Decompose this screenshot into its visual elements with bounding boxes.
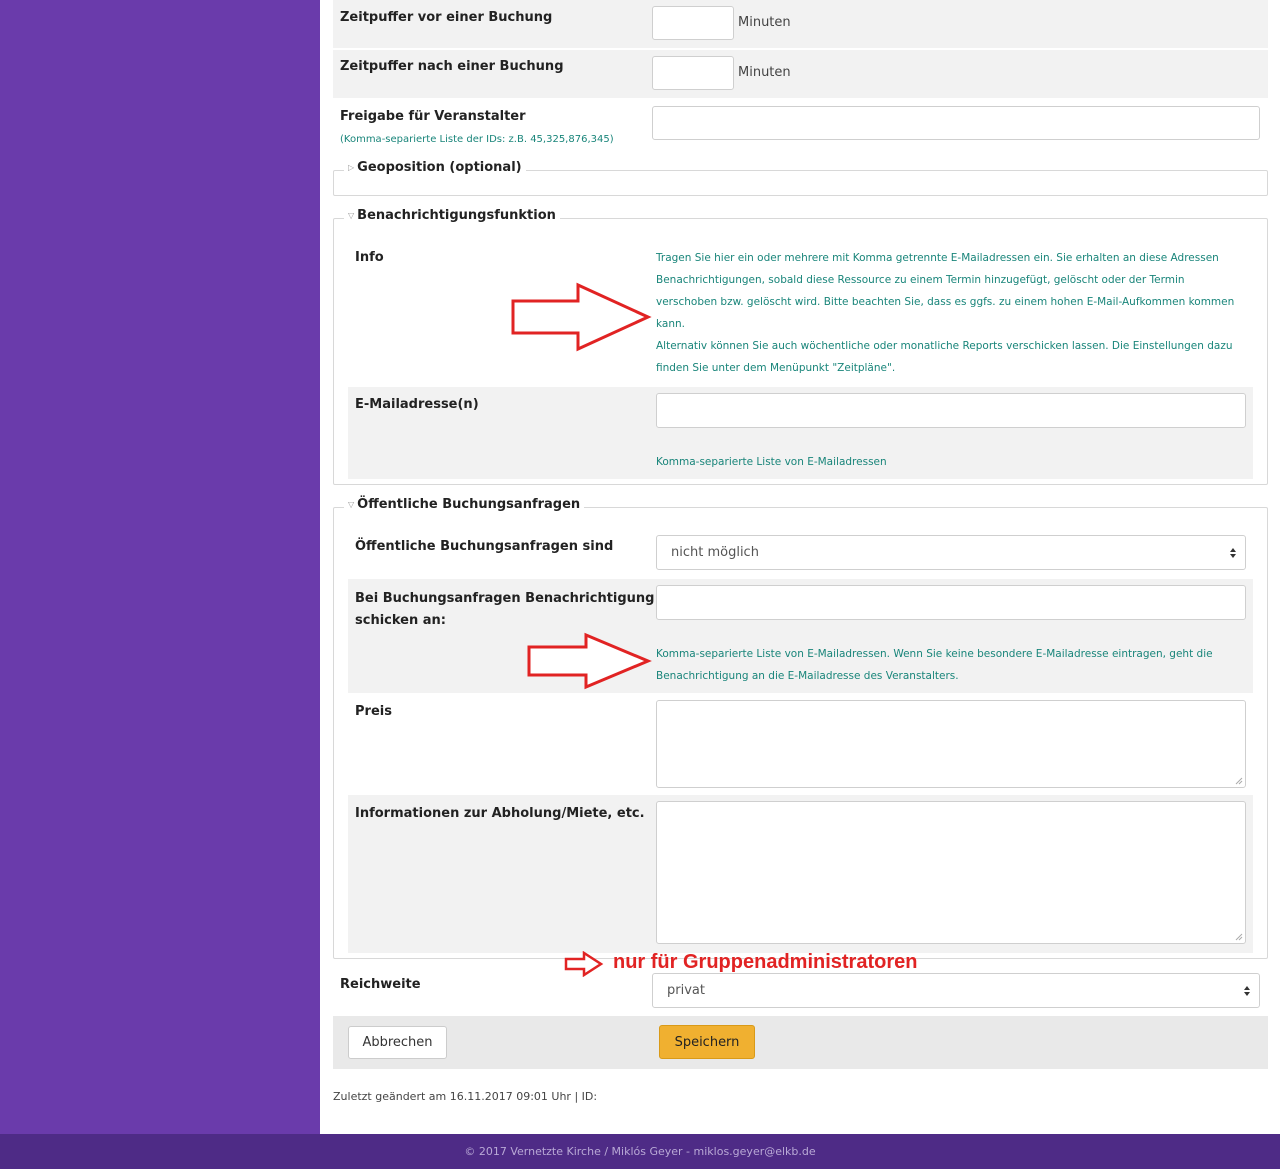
select-caret-icon [1230,547,1236,558]
notification-legend-text: Benachrichtigungsfunktion [357,208,556,223]
info-line: Alternativ können Sie auch wöchentliche … [656,340,1233,352]
geoposition-legend[interactable]: ▷ Geoposition (optional) [344,160,526,175]
info-line: verschoben bzw. gelöscht wird. Bitte bea… [656,296,1235,308]
footer-text: © 2017 Vernetzte Kirche / Miklós Geyer -… [464,1145,816,1158]
info-text: Tragen Sie hier ein oder mehrere mit Kom… [656,247,1256,379]
buffer-before-input[interactable] [652,6,734,40]
info-line: kann. [656,318,685,330]
notification-legend[interactable]: ▽ Benachrichtigungsfunktion [344,208,560,223]
button-bar [333,1016,1268,1069]
resize-handle-icon[interactable] [1235,933,1243,941]
notify-label-line: Bei Buchungsanfragen Benachrichtigung [355,591,655,606]
scope-label: Reichweite [340,977,421,992]
email-hint: Komma-separierte Liste von E-Mailadresse… [656,456,887,468]
admin-only-note: nur für Gruppenadministratoren [613,951,918,973]
public-requests-legend-text: Öffentliche Buchungsanfragen [357,497,581,512]
organizer-release-input[interactable] [652,106,1260,140]
email-input[interactable] [656,393,1246,428]
notify-hint-line: Komma-separierte Liste von E-Mailadresse… [656,648,1213,660]
save-button[interactable]: Speichern [659,1025,755,1059]
info-line: Tragen Sie hier ein oder mehrere mit Kom… [656,252,1219,264]
pickup-textarea[interactable] [656,801,1246,944]
collapse-triangle-icon: ▽ [348,211,355,220]
organizer-release-hint: (Komma-separierte Liste der IDs: z.B. 45… [340,134,614,145]
notify-label-line: schicken an: [355,613,446,628]
notify-email-input[interactable] [656,585,1246,620]
annotation-arrow-icon [511,282,652,352]
collapse-triangle-icon: ▽ [348,500,355,509]
buffer-after-input[interactable] [652,56,734,90]
cancel-button[interactable]: Abbrechen [348,1026,447,1059]
page-footer: © 2017 Vernetzte Kirche / Miklós Geyer -… [0,1134,1280,1169]
left-sidebar [0,0,320,1134]
scope-select[interactable]: privat [652,973,1260,1008]
select-caret-icon [1244,985,1250,996]
public-requests-legend[interactable]: ▽ Öffentliche Buchungsanfragen [344,497,585,512]
price-textarea[interactable] [656,700,1246,788]
info-label: Info [355,250,384,265]
email-label: E-Mailadresse(n) [355,397,479,412]
buffer-after-label: Zeitpuffer nach einer Buchung [340,59,564,74]
notify-hint-line: Benachrichtigung an die E-Mailadresse de… [656,670,959,682]
last-changed-text: Zuletzt geändert am 16.11.2017 09:01 Uhr… [333,1090,598,1103]
buffer-before-label: Zeitpuffer vor einer Buchung [340,10,553,25]
buffer-after-unit: Minuten [738,65,791,80]
scope-value: privat [667,983,705,998]
resize-handle-icon[interactable] [1235,777,1243,785]
annotation-arrow-icon [527,632,652,690]
info-line: finden Sie unter dem Menüpunkt "Zeitplän… [656,362,896,374]
pickup-label: Informationen zur Abholung/Miete, etc. [355,806,645,821]
public-requests-status-select[interactable]: nicht möglich [656,535,1246,570]
annotation-arrow-icon [564,951,604,977]
expand-triangle-icon: ▷ [348,163,355,172]
buffer-after-row [333,50,1268,98]
geoposition-legend-text: Geoposition (optional) [357,160,522,175]
info-line: Benachrichtigungen, sobald diese Ressour… [656,274,1185,286]
public-requests-status-value: nicht möglich [671,545,759,560]
notify-hint: Komma-separierte Liste von E-Mailadresse… [656,643,1213,687]
organizer-release-label: Freigabe für Veranstalter [340,109,526,124]
buffer-before-unit: Minuten [738,15,791,30]
price-label: Preis [355,704,392,719]
public-requests-status-label: Öffentliche Buchungsanfragen sind [355,539,614,554]
notify-label: Bei Buchungsanfragen Benachrichtigung sc… [355,588,655,632]
